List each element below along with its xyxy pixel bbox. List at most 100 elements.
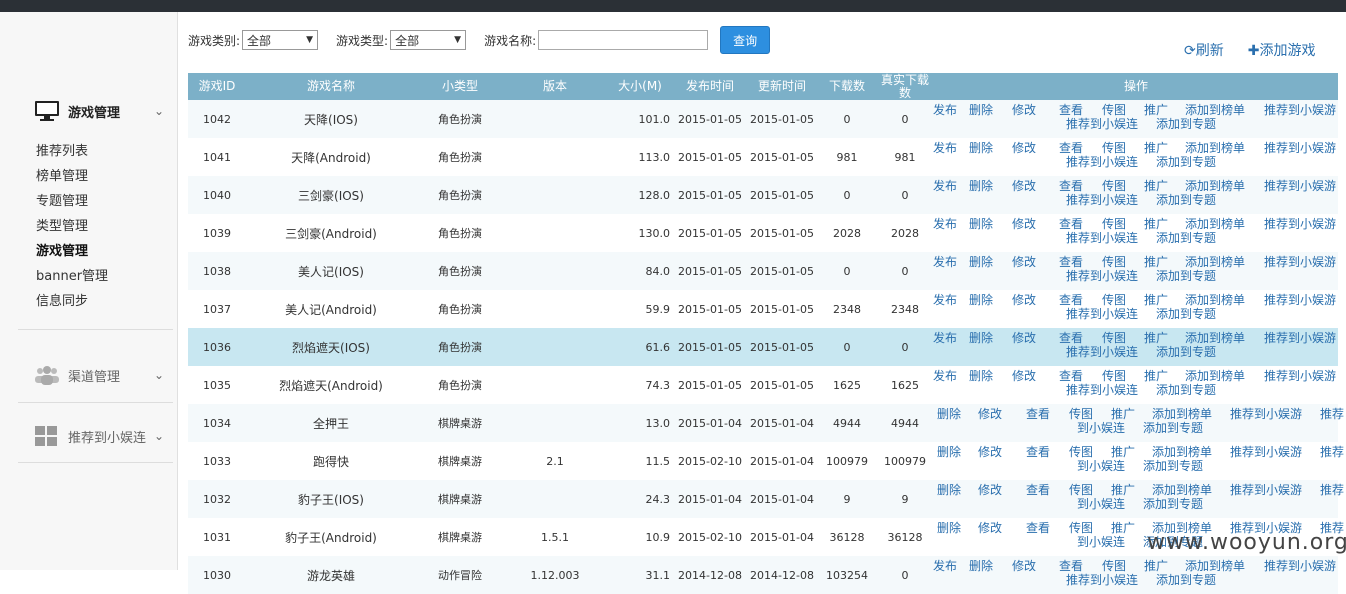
op-recommend2-link[interactable]: 推荐到小娱连 — [1066, 269, 1138, 283]
op-delete-link[interactable]: 删除 — [937, 521, 961, 535]
op-promote-link[interactable]: 推广 — [1144, 217, 1168, 231]
op-recommend2-link[interactable]: 推荐到小娱连 — [1066, 117, 1138, 131]
op-image-link[interactable]: 传图 — [1102, 331, 1126, 345]
op-publish-link[interactable]: 发布 — [933, 217, 957, 231]
op-view-link[interactable]: 查看 — [1059, 331, 1083, 345]
op-edit-link[interactable]: 修改 — [1012, 331, 1036, 345]
op-add-chart-link[interactable]: 添加到榜单 — [1185, 369, 1245, 383]
op-add-topic-link[interactable]: 添加到专题 — [1143, 421, 1203, 435]
op-recommend-link[interactable]: 推荐到小娱游 — [1264, 369, 1336, 383]
op-edit-link[interactable]: 修改 — [978, 445, 1002, 459]
op-image-link[interactable]: 传图 — [1069, 445, 1093, 459]
op-recommend2-cut-link[interactable]: 到小娱连 — [1077, 459, 1125, 473]
op-add-topic-link[interactable]: 添加到专题 — [1143, 497, 1203, 511]
op-image-link[interactable]: 传图 — [1069, 521, 1093, 535]
op-image-link[interactable]: 传图 — [1102, 179, 1126, 193]
op-add-topic-link[interactable]: 添加到专题 — [1156, 155, 1216, 169]
sidebar-item-topic[interactable]: 专题管理 — [36, 195, 108, 220]
op-delete-link[interactable]: 删除 — [969, 331, 993, 345]
sidebar-item-recommend-list[interactable]: 推荐列表 — [36, 145, 108, 170]
op-delete-link[interactable]: 删除 — [969, 559, 993, 573]
op-recommend-cut-link[interactable]: 推荐 — [1320, 445, 1344, 459]
sidebar-item-banner[interactable]: banner管理 — [36, 270, 108, 295]
op-recommend-link[interactable]: 推荐到小娱游 — [1264, 559, 1336, 573]
op-add-topic-link[interactable]: 添加到专题 — [1156, 307, 1216, 321]
op-view-link[interactable]: 查看 — [1026, 521, 1050, 535]
op-add-chart-link[interactable]: 添加到榜单 — [1185, 559, 1245, 573]
op-view-link[interactable]: 查看 — [1059, 293, 1083, 307]
op-promote-link[interactable]: 推广 — [1144, 293, 1168, 307]
sidebar-section-game[interactable]: 游戏管理 ⌄ — [34, 100, 164, 122]
op-add-topic-link[interactable]: 添加到专题 — [1156, 345, 1216, 359]
op-publish-link[interactable]: 发布 — [933, 369, 957, 383]
sidebar-item-type[interactable]: 类型管理 — [36, 220, 108, 245]
op-view-link[interactable]: 查看 — [1059, 103, 1083, 117]
op-publish-link[interactable]: 发布 — [933, 293, 957, 307]
op-delete-link[interactable]: 删除 — [969, 179, 993, 193]
op-image-link[interactable]: 传图 — [1102, 559, 1126, 573]
op-recommend-link[interactable]: 推荐到小娱游 — [1264, 103, 1336, 117]
op-add-topic-link[interactable]: 添加到专题 — [1143, 459, 1203, 473]
op-promote-link[interactable]: 推广 — [1111, 407, 1135, 421]
op-add-topic-link[interactable]: 添加到专题 — [1156, 193, 1216, 207]
op-promote-link[interactable]: 推广 — [1144, 179, 1168, 193]
op-recommend2-link[interactable]: 推荐到小娱连 — [1066, 383, 1138, 397]
op-edit-link[interactable]: 修改 — [1012, 179, 1036, 193]
op-add-chart-link[interactable]: 添加到榜单 — [1152, 407, 1212, 421]
op-edit-link[interactable]: 修改 — [1012, 293, 1036, 307]
op-add-topic-link[interactable]: 添加到专题 — [1156, 269, 1216, 283]
op-view-link[interactable]: 查看 — [1059, 217, 1083, 231]
op-edit-link[interactable]: 修改 — [1012, 103, 1036, 117]
op-add-topic-link[interactable]: 添加到专题 — [1156, 573, 1216, 587]
op-publish-link[interactable]: 发布 — [933, 331, 957, 345]
op-add-chart-link[interactable]: 添加到榜单 — [1185, 255, 1245, 269]
op-image-link[interactable]: 传图 — [1069, 483, 1093, 497]
op-publish-link[interactable]: 发布 — [933, 255, 957, 269]
op-recommend2-cut-link[interactable]: 到小娱连 — [1077, 497, 1125, 511]
op-recommend2-link[interactable]: 推荐到小娱连 — [1066, 193, 1138, 207]
op-recommend2-cut-link[interactable]: 到小娱连 — [1077, 421, 1125, 435]
op-recommend-link[interactable]: 推荐到小娱游 — [1264, 331, 1336, 345]
op-image-link[interactable]: 传图 — [1102, 293, 1126, 307]
op-recommend2-link[interactable]: 推荐到小娱连 — [1066, 155, 1138, 169]
op-recommend-link[interactable]: 推荐到小娱游 — [1230, 407, 1302, 421]
op-recommend-cut-link[interactable]: 推荐 — [1320, 407, 1344, 421]
op-delete-link[interactable]: 删除 — [969, 255, 993, 269]
op-add-topic-link[interactable]: 添加到专题 — [1156, 231, 1216, 245]
op-view-link[interactable]: 查看 — [1026, 483, 1050, 497]
op-promote-link[interactable]: 推广 — [1111, 445, 1135, 459]
op-image-link[interactable]: 传图 — [1102, 217, 1126, 231]
op-publish-link[interactable]: 发布 — [933, 559, 957, 573]
op-edit-link[interactable]: 修改 — [978, 483, 1002, 497]
op-add-chart-link[interactable]: 添加到榜单 — [1185, 293, 1245, 307]
op-edit-link[interactable]: 修改 — [978, 407, 1002, 421]
op-delete-link[interactable]: 删除 — [937, 445, 961, 459]
op-promote-link[interactable]: 推广 — [1144, 559, 1168, 573]
op-add-topic-link[interactable]: 添加到专题 — [1156, 117, 1216, 131]
op-recommend2-link[interactable]: 推荐到小娱连 — [1066, 345, 1138, 359]
op-recommend-link[interactable]: 推荐到小娱游 — [1230, 445, 1302, 459]
sidebar-section-channel[interactable]: 渠道管理 ⌄ — [34, 364, 164, 386]
sidebar-item-chart[interactable]: 榜单管理 — [36, 170, 108, 195]
op-delete-link[interactable]: 删除 — [969, 369, 993, 383]
op-view-link[interactable]: 查看 — [1026, 407, 1050, 421]
op-recommend-cut-link[interactable]: 推荐 — [1320, 483, 1344, 497]
op-delete-link[interactable]: 删除 — [969, 103, 993, 117]
op-recommend-link[interactable]: 推荐到小娱游 — [1264, 217, 1336, 231]
op-view-link[interactable]: 查看 — [1059, 559, 1083, 573]
op-recommend2-link[interactable]: 推荐到小娱连 — [1066, 573, 1138, 587]
sidebar-item-game[interactable]: 游戏管理 — [36, 245, 108, 270]
op-recommend2-cut-link[interactable]: 到小娱连 — [1077, 535, 1125, 549]
op-add-chart-link[interactable]: 添加到榜单 — [1185, 103, 1245, 117]
query-button[interactable]: 查询 — [720, 26, 771, 54]
op-edit-link[interactable]: 修改 — [1012, 141, 1036, 155]
op-recommend-link[interactable]: 推荐到小娱游 — [1264, 255, 1336, 269]
op-image-link[interactable]: 传图 — [1102, 369, 1126, 383]
op-publish-link[interactable]: 发布 — [933, 179, 957, 193]
op-view-link[interactable]: 查看 — [1059, 255, 1083, 269]
op-recommend-link[interactable]: 推荐到小娱游 — [1264, 293, 1336, 307]
op-promote-link[interactable]: 推广 — [1144, 255, 1168, 269]
category-select[interactable]: 全部 ▼ — [242, 30, 319, 50]
op-promote-link[interactable]: 推广 — [1144, 331, 1168, 345]
op-add-chart-link[interactable]: 添加到榜单 — [1152, 483, 1212, 497]
